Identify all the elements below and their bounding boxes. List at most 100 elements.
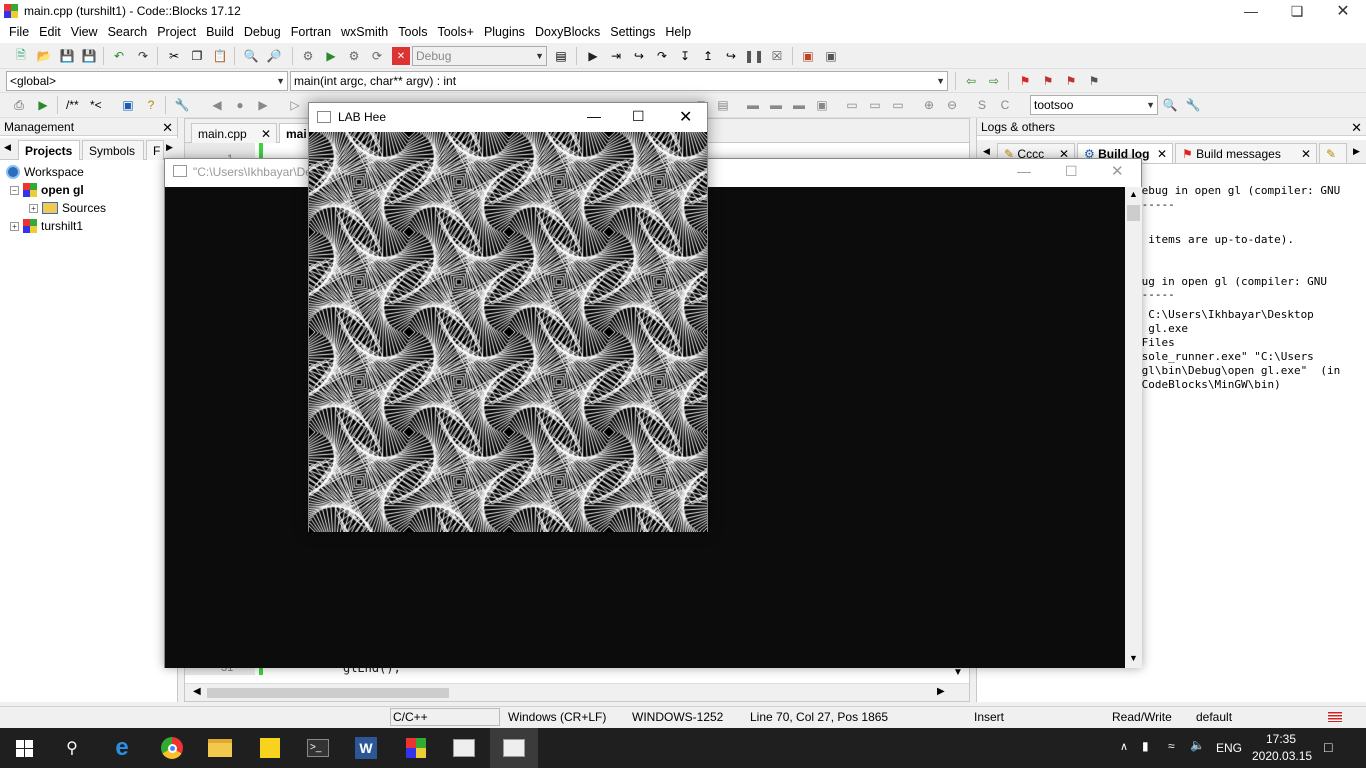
battery-icon[interactable]: ▮ xyxy=(1142,739,1149,753)
expand-icon[interactable]: + xyxy=(29,203,38,213)
tab-build-messages[interactable]: ⚑ Build messages ✕ xyxy=(1175,143,1317,163)
close-icon[interactable]: ✕ xyxy=(1301,144,1311,163)
tab-scroll-right-icon[interactable]: ▶ xyxy=(166,142,173,153)
search-icon[interactable]: ⚲ xyxy=(48,728,96,768)
menu-fortran[interactable]: Fortran xyxy=(286,22,336,43)
close-button[interactable]: ✕ xyxy=(679,107,692,127)
menu-tools[interactable]: Tools xyxy=(393,22,432,43)
horizontal-scrollbar[interactable]: ◀ ▶ xyxy=(185,683,969,701)
close-icon[interactable]: ✕ xyxy=(162,119,173,137)
tree-project-open-gl[interactable]: − open gl xyxy=(10,181,84,199)
help-icon[interactable]: ? xyxy=(142,96,160,114)
save-icon[interactable]: 💾 xyxy=(58,47,76,65)
new-file-icon[interactable]: 🗎 xyxy=(12,47,30,65)
wx-widget-icon-8[interactable]: ▭ xyxy=(866,96,884,114)
chrome-icon[interactable] xyxy=(148,728,196,768)
tab-more[interactable]: ✎ xyxy=(1319,143,1347,163)
maximize-button[interactable]: ☐ xyxy=(1065,163,1078,180)
next-icon[interactable]: ▶ xyxy=(254,96,272,114)
terminal-icon[interactable]: >_ xyxy=(294,728,342,768)
build-gear-icon[interactable]: ⚙ xyxy=(299,47,317,65)
copy-icon[interactable]: ❐ xyxy=(188,47,206,65)
debug-windows-icon[interactable]: ▣ xyxy=(799,47,817,65)
close-button[interactable]: ✕ xyxy=(1111,162,1124,180)
tab-main-cpp-1[interactable]: main.cpp ✕ xyxy=(191,123,277,143)
debug-start-icon[interactable]: ▶ xyxy=(584,47,602,65)
jump-back-icon[interactable]: ⇦ xyxy=(962,72,980,90)
abort-icon[interactable]: ✕ xyxy=(392,47,410,65)
collapse-icon[interactable]: − xyxy=(10,185,19,195)
undo-icon[interactable]: ↶ xyxy=(110,47,128,65)
run-to-cursor-icon[interactable]: ⇥ xyxy=(607,47,625,65)
bookmark-clear-icon[interactable]: ⚑ xyxy=(1085,72,1103,90)
wx-widget-icon-7[interactable]: ▭ xyxy=(843,96,861,114)
prev-icon[interactable]: ◀ xyxy=(208,96,226,114)
find-icon[interactable]: 🔍 xyxy=(242,47,260,65)
maximize-button[interactable]: ☐ xyxy=(632,108,645,125)
function-select[interactable]: main(int argc, char** argv) : int ▼ xyxy=(290,71,948,91)
minimize-button[interactable]: — xyxy=(1228,0,1274,22)
wx-widget-icon-3[interactable]: ▬ xyxy=(744,96,762,114)
scroll-down-icon[interactable]: ▼ xyxy=(1129,653,1138,663)
tree-workspace[interactable]: Workspace xyxy=(6,163,84,181)
block-comment-button[interactable]: /** xyxy=(66,98,79,112)
print-icon[interactable]: ⎙ xyxy=(10,96,28,114)
search-options-icon[interactable]: 🔧 xyxy=(1184,96,1202,114)
close-icon[interactable]: ✕ xyxy=(1157,144,1167,163)
volume-icon[interactable]: 🔈 xyxy=(1190,738,1205,752)
search-icon[interactable]: 🔍 xyxy=(1161,96,1179,114)
tree-project-turshilt1[interactable]: + turshilt1 xyxy=(10,217,83,235)
tab-projects[interactable]: Projects xyxy=(18,140,80,160)
word-icon[interactable]: W xyxy=(342,728,390,768)
sticky-notes-icon[interactable] xyxy=(246,728,294,768)
run-icon[interactable]: ▶ xyxy=(322,47,340,65)
dot-icon[interactable]: ● xyxy=(231,96,249,114)
menu-build[interactable]: Build xyxy=(201,22,239,43)
save-all-icon[interactable]: 💾 xyxy=(80,47,98,65)
line-comment-button[interactable]: *< xyxy=(90,98,102,112)
menu-debug[interactable]: Debug xyxy=(239,22,286,43)
console-scrollbar[interactable]: ▲ ▼ xyxy=(1125,187,1142,668)
bookmark-prev-icon[interactable]: ⚑ xyxy=(1039,72,1057,90)
scrollbar-thumb[interactable] xyxy=(207,688,449,698)
step-instruction-icon[interactable]: ↪ xyxy=(722,47,740,65)
close-icon[interactable]: ✕ xyxy=(261,124,271,143)
wifi-icon[interactable]: ≈ xyxy=(1168,739,1175,753)
menu-search[interactable]: Search xyxy=(103,22,153,43)
tab-scroll-right-icon[interactable]: ▶ xyxy=(1353,146,1360,157)
menu-wxsmith[interactable]: wxSmith xyxy=(336,22,393,43)
step-out-icon[interactable]: ↥ xyxy=(699,47,717,65)
tray-expand-icon[interactable]: ∧ xyxy=(1120,740,1128,753)
scope-select[interactable]: <global> ▼ xyxy=(6,71,288,91)
tab-scroll-left-icon[interactable]: ◀ xyxy=(983,146,990,157)
run-doxywizard-icon[interactable]: ▶ xyxy=(34,96,52,114)
wx-s-icon[interactable]: S xyxy=(973,96,991,114)
search-combo[interactable]: tootsoo ▼ xyxy=(1030,95,1158,115)
build-and-run-icon[interactable]: ⚙ xyxy=(345,47,363,65)
next-line-icon[interactable]: ↪ xyxy=(630,47,648,65)
wx-widget-icon-9[interactable]: ▭ xyxy=(889,96,907,114)
close-icon[interactable]: ✕ xyxy=(1351,119,1362,137)
menu-doxyblocks[interactable]: DoxyBlocks xyxy=(530,22,605,43)
rebuild-icon[interactable]: ⟳ xyxy=(368,47,386,65)
wx-widget-icon-4[interactable]: ▬ xyxy=(767,96,785,114)
open-icon[interactable]: 📂 xyxy=(35,47,53,65)
tab-symbols[interactable]: Symbols xyxy=(82,140,144,160)
scrollbar-thumb[interactable] xyxy=(1127,205,1140,221)
scroll-right-icon[interactable]: ▶ xyxy=(937,686,945,697)
redo-icon[interactable]: ↷ xyxy=(134,47,152,65)
bookmark-toggle-icon[interactable]: ⚑ xyxy=(1016,72,1034,90)
wrench-icon[interactable]: 🔧 xyxy=(173,96,191,114)
menu-view[interactable]: View xyxy=(66,22,103,43)
tab-scroll-left-icon[interactable]: ◀ xyxy=(4,142,11,153)
app-window-icon[interactable] xyxy=(440,728,488,768)
clock-time[interactable]: 17:35 xyxy=(1266,732,1296,746)
scroll-up-icon[interactable]: ▲ xyxy=(1129,189,1138,199)
target-dialog-icon[interactable]: ▤ xyxy=(552,47,570,65)
close-button[interactable]: ✕ xyxy=(1320,0,1366,22)
tab-files[interactable]: F xyxy=(146,140,164,160)
menu-tools-plus[interactable]: Tools+ xyxy=(432,22,478,43)
file-explorer-icon[interactable] xyxy=(196,728,244,768)
expand-icon[interactable]: + xyxy=(10,221,19,231)
edge-icon[interactable]: e xyxy=(98,728,146,768)
